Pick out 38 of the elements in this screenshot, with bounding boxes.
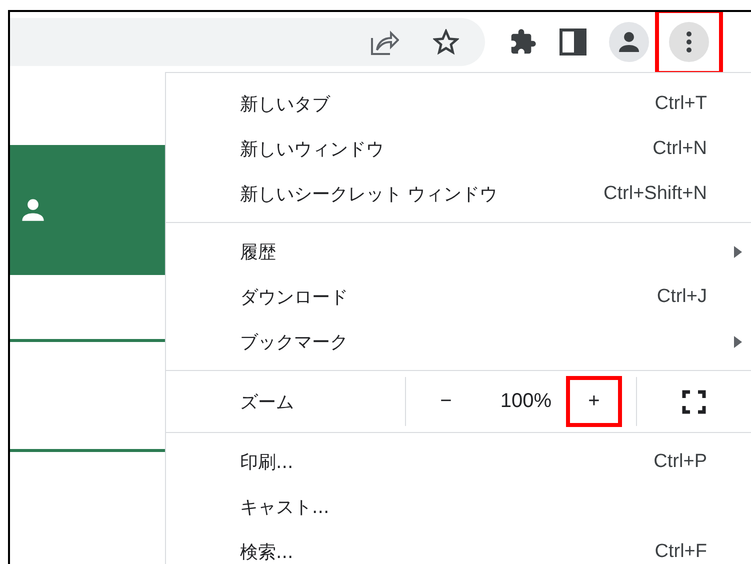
menu-item[interactable]: ブックマーク	[166, 319, 751, 364]
zoom-level: 100%	[499, 390, 553, 413]
menu-button[interactable]	[669, 22, 709, 62]
menu-item-label: ダウンロード	[240, 286, 349, 308]
shortcut-label: Ctrl+F	[654, 540, 707, 562]
menu-item[interactable]: 新しいシークレット ウィンドウ Ctrl+Shift+N	[166, 171, 751, 216]
menu-item[interactable]: 新しいウィンドウ Ctrl+N	[166, 126, 751, 171]
zoom-label: ズーム	[239, 390, 295, 414]
menu-item[interactable]: 印刷... Ctrl+P	[166, 439, 751, 484]
star-icon[interactable]	[433, 29, 459, 55]
zoom-out-button[interactable]: −	[406, 379, 486, 424]
zoom-in-button[interactable]: +	[566, 376, 622, 427]
person-icon	[617, 30, 641, 54]
shortcut-label: Ctrl+T	[654, 92, 707, 114]
menu-item[interactable]: 新しいタブ Ctrl+T	[166, 81, 751, 126]
profile-button[interactable]	[609, 22, 649, 62]
fullscreen-icon	[682, 390, 706, 414]
share-icon[interactable]	[369, 28, 399, 56]
side-panel-icon[interactable]	[559, 28, 587, 56]
menu-item-label: 検索...	[240, 540, 294, 564]
menu-item-label: 新しいタブ	[240, 92, 332, 116]
menu-item-label: 印刷...	[240, 450, 294, 474]
menu-item[interactable]: ダウンロード Ctrl+J	[166, 274, 751, 319]
menu-item[interactable]: 履歴	[166, 229, 751, 274]
menu-item-label: 新しいウィンドウ	[240, 138, 385, 160]
shortcut-label: Ctrl+N	[652, 138, 707, 160]
menu-item-label: キャスト...	[240, 496, 330, 518]
more-vertical-icon	[686, 31, 692, 53]
shortcut-label: Ctrl+P	[654, 450, 707, 472]
shortcut-label: Ctrl+J	[656, 286, 707, 308]
menu-item[interactable]: 検索... Ctrl+F	[166, 529, 751, 564]
menu-item-label: ブックマーク	[240, 330, 349, 354]
shortcut-label: Ctrl+Shift+N	[604, 182, 707, 204]
menu-item[interactable]: キャスト...	[166, 484, 751, 529]
puzzle-icon[interactable]	[509, 28, 537, 56]
menu-item-label: 履歴	[240, 240, 277, 264]
menu-item-label: 新しいシークレット ウィンドウ	[240, 182, 499, 206]
person-icon	[20, 197, 46, 223]
